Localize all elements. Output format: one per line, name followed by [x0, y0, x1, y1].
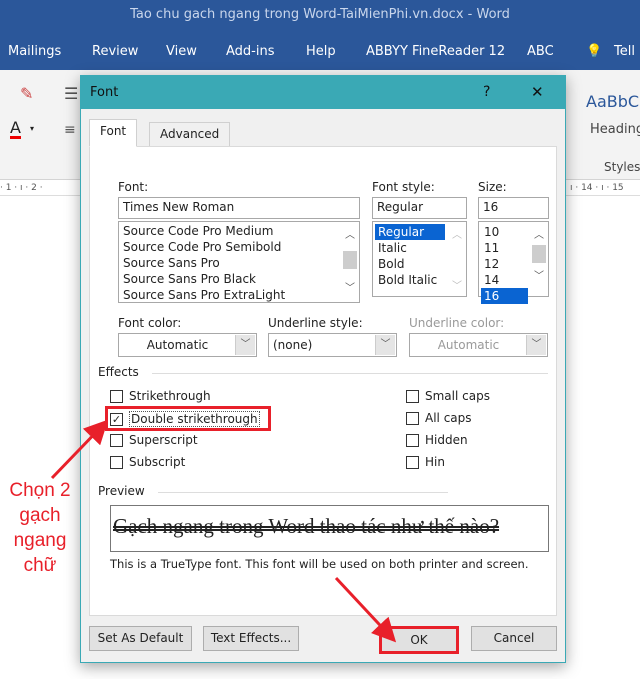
annotation-arrows [50, 419, 397, 643]
arrow-to-checkbox [50, 419, 109, 480]
arrow-to-ok [334, 576, 397, 643]
tab-font[interactable]: Font [89, 119, 138, 147]
